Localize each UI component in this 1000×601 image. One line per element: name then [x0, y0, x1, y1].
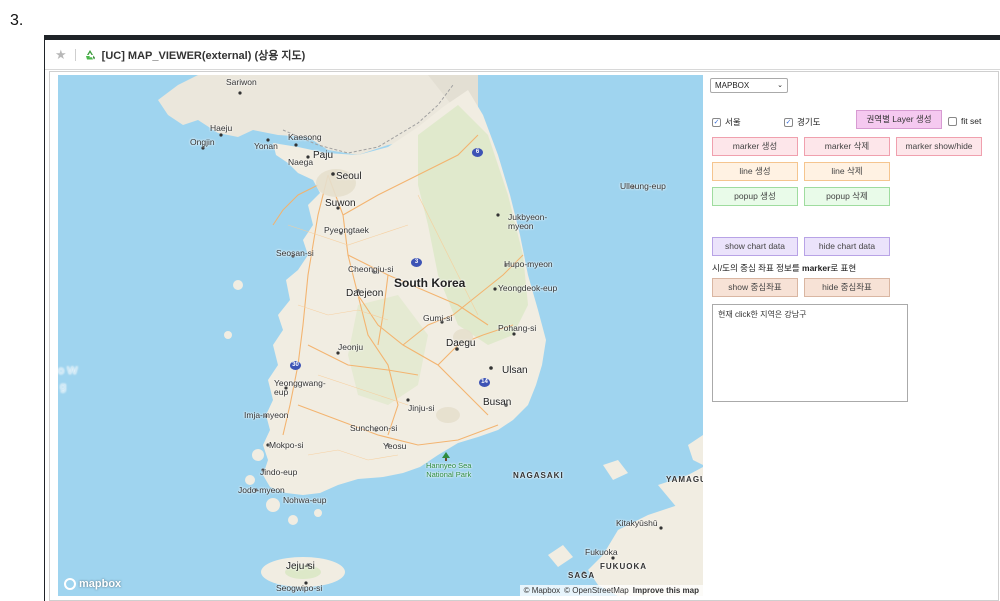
label-edge-w: o W [58, 365, 78, 377]
label-saga: SAGA [568, 571, 596, 580]
label-yeongdeok: Yeongdeok-eup [498, 283, 558, 293]
checkbox-fit-set-label: fit set [961, 116, 982, 126]
label-haeju: Haeju [210, 123, 233, 133]
popup-delete-button[interactable]: popup 삭제 [804, 187, 890, 206]
label-nagasaki: NAGASAKI [513, 471, 564, 480]
mapbox-logo[interactable]: mapbox [64, 578, 121, 590]
label-edge-g: g [60, 381, 67, 393]
improve-map-link[interactable]: Improve this map [633, 586, 699, 595]
step-number: 3. [10, 12, 24, 29]
checkbox-gyeonggi-box[interactable]: ✓ [784, 117, 793, 127]
label-fukuoka: Fukuoka [585, 547, 618, 557]
marker-toggle-button[interactable]: marker show/hide [896, 137, 982, 156]
label-cheongju: Cheongju-si [348, 264, 394, 274]
map-view[interactable]: Sariwon Haeju Ongjin Yonan Kaesong Naega… [58, 75, 703, 596]
label-suwon: Suwon [325, 198, 356, 209]
label-imja: Imja-myeon [244, 410, 289, 420]
content-frame: Sariwon Haeju Ongjin Yonan Kaesong Naega… [49, 71, 999, 601]
show-center-button[interactable]: show 중심좌표 [712, 278, 798, 297]
label-busan: Busan [483, 397, 512, 408]
checkbox-gyeonggi-label: 경기도 [797, 117, 821, 127]
checkbox-gyeonggi[interactable]: ✓ 경기도 [784, 116, 820, 128]
map-attribution: © Mapbox © OpenStreetMap Improve this ma… [519, 585, 703, 596]
label-yeosu: Yeosu [383, 441, 407, 451]
show-chart-button[interactable]: show chart data [712, 237, 798, 256]
attribution-osm[interactable]: © OpenStreetMap [564, 586, 629, 595]
center-desc-prefix: 시/도의 중심 좌표 정보를 [712, 263, 803, 273]
label-jindo: Jindo-eup [260, 467, 298, 477]
layer-create-button[interactable]: 권역별 Layer 생성 [856, 110, 942, 129]
checkbox-fit-set[interactable]: fit set [948, 116, 981, 126]
line-create-button[interactable]: line 생성 [712, 162, 798, 181]
map-base [58, 75, 703, 596]
marker-create-button[interactable]: marker 생성 [712, 137, 798, 156]
map-provider-value: MAPBOX [715, 81, 750, 90]
chevron-down-icon: ⌄ [777, 82, 783, 89]
center-description: 시/도의 중심 좌표 정보를 marker로 표현 [712, 262, 856, 274]
label-yonan: Yonan [254, 141, 278, 151]
recycle-icon [85, 49, 95, 59]
attribution-mapbox[interactable]: © Mapbox [524, 586, 561, 595]
label-seosan: Seosan-si [276, 248, 314, 258]
route-shield-30: 30 [290, 361, 301, 370]
label-nohwa: Nohwa-eup [283, 495, 327, 505]
mapbox-logo-text: mapbox [79, 578, 122, 590]
checkbox-seoul-label: 서울 [725, 117, 741, 127]
label-country: South Korea [394, 276, 466, 290]
hide-center-button[interactable]: hide 중심좌표 [804, 278, 890, 297]
label-daegu: Daegu [446, 338, 476, 349]
label-yamaguchi: YAMAGU [666, 475, 703, 484]
route-shield-6: 6 [472, 148, 483, 157]
popup-create-button[interactable]: popup 생성 [712, 187, 798, 206]
title-bar: ★ [UC] MAP_VIEWER(external) (상용 지도) [45, 40, 1000, 70]
center-desc-bold: marker [802, 263, 831, 273]
checkbox-seoul[interactable]: ✓ 서울 [712, 116, 741, 128]
checkbox-fit-set-box[interactable] [948, 116, 957, 126]
hide-chart-button[interactable]: hide chart data [804, 237, 890, 256]
label-ulleung: Ulleung-eup [620, 181, 666, 191]
label-hupo: Hupo-myeon [504, 259, 553, 269]
label-paju: Paju [313, 150, 334, 161]
label-pohang: Pohang-si [498, 323, 537, 333]
mapbox-logo-icon [64, 578, 76, 590]
star-icon[interactable]: ★ [55, 47, 67, 63]
label-ulsan: Ulsan [502, 365, 528, 376]
window-title: [UC] MAP_VIEWER(external) (상용 지도) [101, 49, 306, 62]
label-pyeongtaek: Pyeongtaek [324, 225, 369, 235]
label-daejeon: Daejeon [346, 288, 384, 299]
label-hallyeo-park: Hannyeo Sea National Park [426, 461, 472, 479]
label-seogwipo: Seogwipo-si [276, 583, 323, 593]
label-jeonju: Jeonju [338, 342, 364, 352]
route-shield-3: 3 [411, 258, 422, 267]
marker-delete-button[interactable]: marker 삭제 [804, 137, 890, 156]
label-jodo: Jodo-myeon [238, 485, 285, 495]
label-fukuoka-caps: FUKUOKA [600, 562, 647, 571]
label-jukbyeon: Jukbyeon- myeon [508, 212, 548, 231]
center-desc-suffix: 로 표현 [830, 263, 857, 273]
label-ongjin: Ongjin [190, 137, 215, 147]
click-output-textarea[interactable]: 현재 click한 지역은 강남구 [712, 304, 908, 402]
label-yeonggwang: Yeonggwang- eup [274, 378, 326, 397]
checkbox-seoul-box[interactable]: ✓ [712, 117, 721, 127]
label-jinju: Jinju-si [408, 403, 435, 413]
map-provider-select[interactable]: MAPBOX ⌄ [710, 78, 788, 93]
label-kaesong: Kaesong [288, 132, 322, 142]
route-shield-14: 14 [479, 378, 490, 387]
label-naega: Naega [288, 157, 314, 167]
label-suncheon: Suncheon-si [350, 423, 398, 433]
line-delete-button[interactable]: line 삭제 [804, 162, 890, 181]
label-jeju: Jeju-si [286, 561, 315, 572]
label-kitakyushu: Kitakyūshū [616, 518, 658, 528]
label-sariwon: Sariwon [226, 77, 257, 87]
label-gumi: Gumi-si [423, 313, 453, 323]
label-seoul: Seoul [336, 171, 362, 182]
label-mokpo: Mokpo-si [269, 440, 304, 450]
title-separator [74, 48, 76, 61]
app-window: ★ [UC] MAP_VIEWER(external) (상용 지도) Sari… [44, 35, 1000, 601]
